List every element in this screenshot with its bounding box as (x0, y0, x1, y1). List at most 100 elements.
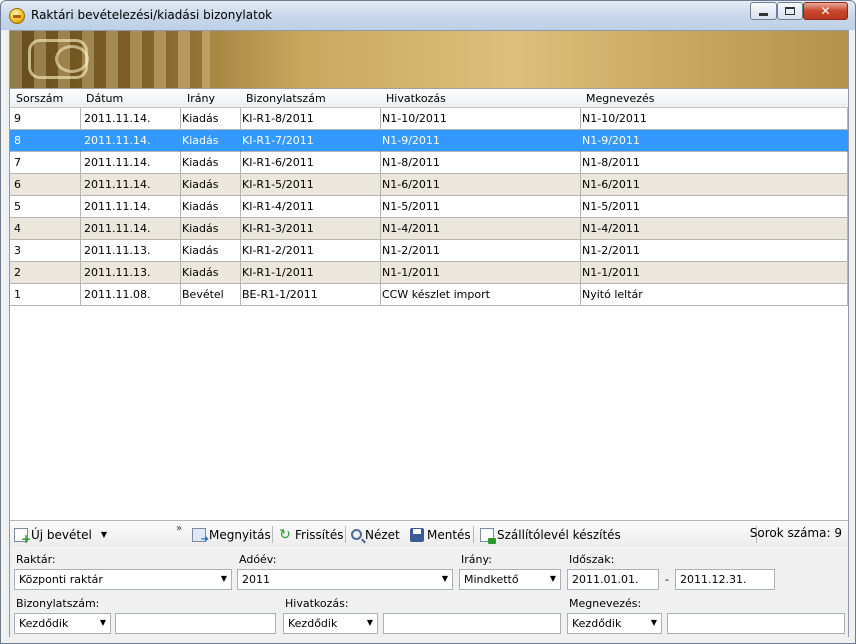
cell-datum[interactable]: 2011.11.13. (84, 266, 150, 279)
cell-hivatkozas[interactable]: N1-10/2011 (382, 112, 447, 125)
table-row[interactable]: 2 2011.11.13. Kiadás KI-R1-1/2011 N1-1/2011 N… (10, 262, 848, 284)
cell-divider (580, 240, 581, 262)
cell-irany[interactable]: Kiadás (182, 112, 218, 125)
cell-megnevezes[interactable]: N1-5/2011 (582, 200, 640, 213)
table-row[interactable]: 5 2011.11.14. Kiadás KI-R1-4/2011 N1-5/2011 N… (10, 196, 848, 218)
open-button[interactable]: Megnyitás (192, 525, 271, 545)
docno-mode-select[interactable]: Kezdődik ▼ (14, 613, 111, 634)
taxyear-select[interactable]: 2011 ▼ (237, 569, 453, 590)
view-button[interactable]: Nézet (351, 525, 400, 544)
column-header-hivatkozas[interactable]: Hivatkozás (386, 92, 446, 105)
chevron-down-icon[interactable]: ▼ (101, 530, 107, 539)
cell-megnevezes[interactable]: N1-1/2011 (582, 266, 640, 279)
table-row[interactable]: 1 2011.11.08. Bevétel BE-R1-1/2011 CCW készl… (10, 284, 848, 306)
cell-megnevezes[interactable]: Nyitó leltár (582, 288, 643, 301)
column-header-bizonylatszam[interactable]: Bizonylatszám (246, 92, 326, 105)
save-button[interactable]: Mentés (410, 525, 471, 544)
period-from-input[interactable]: 2011.01.01. (567, 569, 659, 590)
cell-hivatkozas[interactable]: N1-1/2011 (382, 266, 440, 279)
name-mode-select[interactable]: Kezdődik ▼ (567, 613, 662, 634)
cell-sorszam[interactable]: 1 (14, 288, 21, 301)
cell-sorszam[interactable]: 8 (14, 134, 21, 147)
cell-bizonylatszam[interactable]: KI-R1-1/2011 (242, 266, 314, 279)
cell-megnevezes[interactable]: N1-6/2011 (582, 178, 640, 191)
cell-hivatkozas[interactable]: N1-5/2011 (382, 200, 440, 213)
table-row[interactable]: 3 2011.11.13. Kiadás KI-R1-2/2011 N1-2/2011 N… (10, 240, 848, 262)
new-entry-label: Új bevétel (31, 527, 92, 542)
cell-bizonylatszam[interactable]: KI-R1-5/2011 (242, 178, 314, 191)
table-row[interactable]: 6 2011.11.14. Kiadás KI-R1-5/2011 N1-6/2011 N… (10, 174, 848, 196)
cell-sorszam[interactable]: 6 (14, 178, 21, 191)
cell-bizonylatszam[interactable]: KI-R1-2/2011 (242, 244, 314, 257)
cell-irany[interactable]: Kiadás (182, 222, 218, 235)
cell-divider (180, 196, 181, 218)
cell-sorszam[interactable]: 3 (14, 244, 21, 257)
cell-datum[interactable]: 2011.11.08. (84, 288, 150, 301)
period-to-input[interactable]: 2011.12.31. (675, 569, 775, 590)
cell-bizonylatszam[interactable]: KI-R1-7/2011 (242, 134, 314, 147)
cell-bizonylatszam[interactable]: BE-R1-1/2011 (242, 288, 318, 301)
warehouse-select[interactable]: Központi raktár ▼ (14, 569, 232, 590)
cell-datum[interactable]: 2011.11.14. (84, 222, 150, 235)
new-entry-button[interactable]: Új bevétel ▼ (14, 525, 107, 546)
cell-megnevezes[interactable]: N1-10/2011 (582, 112, 647, 125)
delivery-note-button[interactable]: Szállítólevél készítés (480, 525, 621, 544)
cell-hivatkozas[interactable]: N1-4/2011 (382, 222, 440, 235)
cell-bizonylatszam[interactable]: KI-R1-6/2011 (242, 156, 314, 169)
cell-divider (847, 174, 848, 196)
cell-megnevezes[interactable]: N1-2/2011 (582, 244, 640, 257)
maximize-button[interactable] (777, 2, 803, 20)
cell-irany[interactable]: Kiadás (182, 244, 218, 257)
column-header-datum[interactable]: Dátum (86, 92, 123, 105)
close-button[interactable]: ✕ (803, 2, 848, 20)
cell-hivatkozas[interactable]: N1-9/2011 (382, 134, 440, 147)
cell-bizonylatszam[interactable]: KI-R1-3/2011 (242, 222, 314, 235)
cell-hivatkozas[interactable]: N1-8/2011 (382, 156, 440, 169)
table-row[interactable]: 9 2011.11.14. Kiadás KI-R1-8/2011 N1-10/2011… (10, 108, 848, 130)
cell-datum[interactable]: 2011.11.14. (84, 156, 150, 169)
name-input[interactable] (667, 613, 845, 634)
column-header-irany[interactable]: Irány (187, 92, 215, 105)
cell-hivatkozas[interactable]: N1-2/2011 (382, 244, 440, 257)
cell-sorszam[interactable]: 2 (14, 266, 21, 279)
refresh-button[interactable]: ↻ Frissítés (278, 525, 343, 544)
cell-irany[interactable]: Kiadás (182, 178, 218, 191)
toolbar-overflow-icon[interactable]: » (176, 523, 182, 534)
client-area: Sorszám Dátum Irány Bizonylatszám Hivatk… (9, 30, 849, 638)
cell-sorszam[interactable]: 4 (14, 222, 21, 235)
cell-megnevezes[interactable]: N1-8/2011 (582, 156, 640, 169)
reference-mode-select[interactable]: Kezdődik ▼ (283, 613, 378, 634)
cell-hivatkozas[interactable]: N1-6/2011 (382, 178, 440, 191)
cell-irany[interactable]: Kiadás (182, 134, 218, 147)
cell-sorszam[interactable]: 5 (14, 200, 21, 213)
cell-datum[interactable]: 2011.11.14. (84, 112, 150, 125)
table-row[interactable]: 4 2011.11.14. Kiadás KI-R1-3/2011 N1-4/2011 N… (10, 218, 848, 240)
direction-select[interactable]: Mindkettő ▼ (459, 569, 561, 590)
cell-sorszam[interactable]: 7 (14, 156, 21, 169)
cell-bizonylatszam[interactable]: KI-R1-8/2011 (242, 112, 314, 125)
documents-grid[interactable]: Sorszám Dátum Irány Bizonylatszám Hivatk… (10, 88, 848, 520)
cell-sorszam[interactable]: 9 (14, 112, 21, 125)
cell-bizonylatszam[interactable]: KI-R1-4/2011 (242, 200, 314, 213)
column-header-sorszam[interactable]: Sorszám (16, 92, 63, 105)
cell-irany[interactable]: Bevétel (182, 288, 224, 301)
cell-irany[interactable]: Kiadás (182, 156, 218, 169)
cell-datum[interactable]: 2011.11.14. (84, 134, 150, 147)
cell-datum[interactable]: 2011.11.13. (84, 244, 150, 257)
refresh-icon: ↻ (279, 526, 291, 543)
minimize-button[interactable] (750, 2, 777, 20)
cell-megnevezes[interactable]: N1-9/2011 (582, 134, 640, 147)
reference-input[interactable] (383, 613, 561, 634)
cell-irany[interactable]: Kiadás (182, 266, 218, 279)
cell-datum[interactable]: 2011.11.14. (84, 200, 150, 213)
cell-irany[interactable]: Kiadás (182, 200, 218, 213)
table-row[interactable]: 8 2011.11.14. Kiadás KI-R1-7/2011 N1-9/2011 N… (10, 130, 848, 152)
docno-input[interactable] (115, 613, 276, 634)
table-row[interactable]: 7 2011.11.14. Kiadás KI-R1-6/2011 N1-8/2011 N… (10, 152, 848, 174)
column-header-megnevezes[interactable]: Megnevezés (586, 92, 655, 105)
direction-label: Irány: (461, 553, 492, 566)
cell-datum[interactable]: 2011.11.14. (84, 178, 150, 191)
cell-megnevezes[interactable]: N1-4/2011 (582, 222, 640, 235)
cell-hivatkozas[interactable]: CCW készlet import (382, 288, 490, 301)
title-bar[interactable]: Raktári bevételezési/kiadási bizonylatok… (1, 1, 855, 30)
